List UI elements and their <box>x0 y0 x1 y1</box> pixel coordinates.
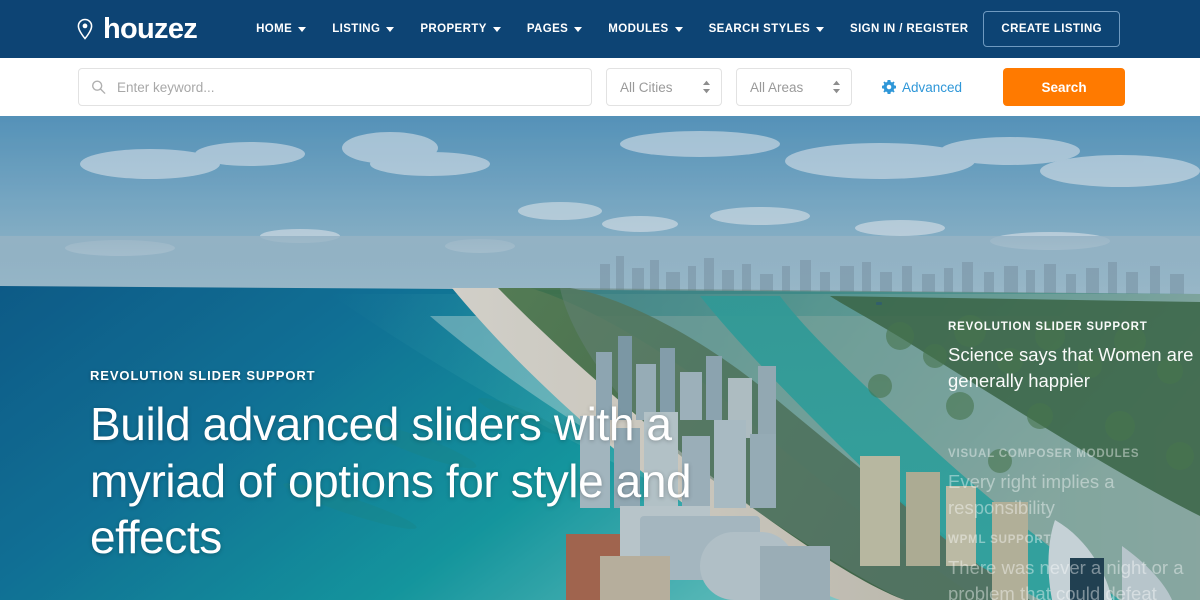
nav-item-modules[interactable]: MODULES <box>595 23 695 35</box>
sign-in-register-link[interactable]: SIGN IN / REGISTER <box>850 23 968 35</box>
side-slide-title: There was never a night or a problem tha… <box>948 557 1184 600</box>
nav-item-search-styles[interactable]: SEARCH STYLES <box>696 23 838 35</box>
chevron-down-icon <box>574 26 583 32</box>
nav-item-label: PROPERTY <box>420 23 487 35</box>
nav-item-listing[interactable]: LISTING <box>319 23 407 35</box>
areas-select-wrapper: All Areas <box>736 68 852 106</box>
search-bar: All Cities All Areas Advanced Search <box>0 58 1200 116</box>
nav-item-pages[interactable]: PAGES <box>514 23 595 35</box>
nav-item-property[interactable]: PROPERTY <box>407 23 513 35</box>
side-slide-eyebrow: REVOLUTION SLIDER SUPPORT <box>948 321 1148 333</box>
site-logo[interactable]: houzez <box>74 12 198 45</box>
chevron-down-icon <box>674 26 683 32</box>
main-nav: HOME LISTING PROPERTY PAGES MODULES SEAR… <box>243 23 837 35</box>
search-button[interactable]: Search <box>1003 68 1126 106</box>
chevron-down-icon <box>298 26 307 32</box>
hero-slider: REVOLUTION SLIDER SUPPORT Build advanced… <box>0 116 1200 600</box>
advanced-label: Advanced <box>902 79 963 95</box>
nav-item-label: PAGES <box>526 23 569 35</box>
hero-side-slide-2[interactable]: VISUAL COMPOSER MODULES Every right impl… <box>948 448 1200 520</box>
chevron-down-icon <box>492 26 501 32</box>
side-slide-title: Every right implies a responsibility <box>948 471 1115 518</box>
header-actions: SIGN IN / REGISTER CREATE LISTING <box>850 0 1120 58</box>
cities-select[interactable]: All Cities <box>606 68 722 106</box>
nav-item-label: LISTING <box>332 23 381 35</box>
nav-item-home[interactable]: HOME <box>243 23 319 35</box>
site-header: houzez HOME LISTING PROPERTY PAGES MODUL… <box>0 0 1200 58</box>
hero-headline: Build advanced sliders with a myriad of … <box>90 398 692 564</box>
advanced-search-link[interactable]: Advanced <box>882 80 962 95</box>
hero-eyebrow: REVOLUTION SLIDER SUPPORT <box>90 368 316 383</box>
hero-main-slide: REVOLUTION SLIDER SUPPORT Build advanced… <box>90 368 710 566</box>
keyword-field-wrapper <box>78 68 592 106</box>
chevron-down-icon <box>386 26 395 32</box>
side-slide-title: Science says that Women are generally ha… <box>948 344 1194 391</box>
side-slide-eyebrow: WPML SUPPORT <box>948 534 1052 546</box>
areas-select[interactable]: All Areas <box>736 68 852 106</box>
side-slide-eyebrow: VISUAL COMPOSER MODULES <box>948 448 1140 460</box>
logo-text: houzez <box>103 12 198 45</box>
hero-side-slide-1[interactable]: REVOLUTION SLIDER SUPPORT Science says t… <box>948 321 1200 393</box>
nav-item-label: HOME <box>256 23 293 35</box>
map-pin-icon <box>77 18 93 40</box>
nav-item-label: SEARCH STYLES <box>708 23 811 35</box>
search-input[interactable] <box>78 68 592 106</box>
cities-select-wrapper: All Cities <box>606 68 722 106</box>
nav-item-label: MODULES <box>608 23 669 35</box>
create-listing-button[interactable]: CREATE LISTING <box>983 11 1120 47</box>
hero-side-slide-3[interactable]: WPML SUPPORT There was never a night or … <box>948 534 1200 600</box>
chevron-down-icon <box>816 26 825 32</box>
gear-icon <box>882 80 896 94</box>
